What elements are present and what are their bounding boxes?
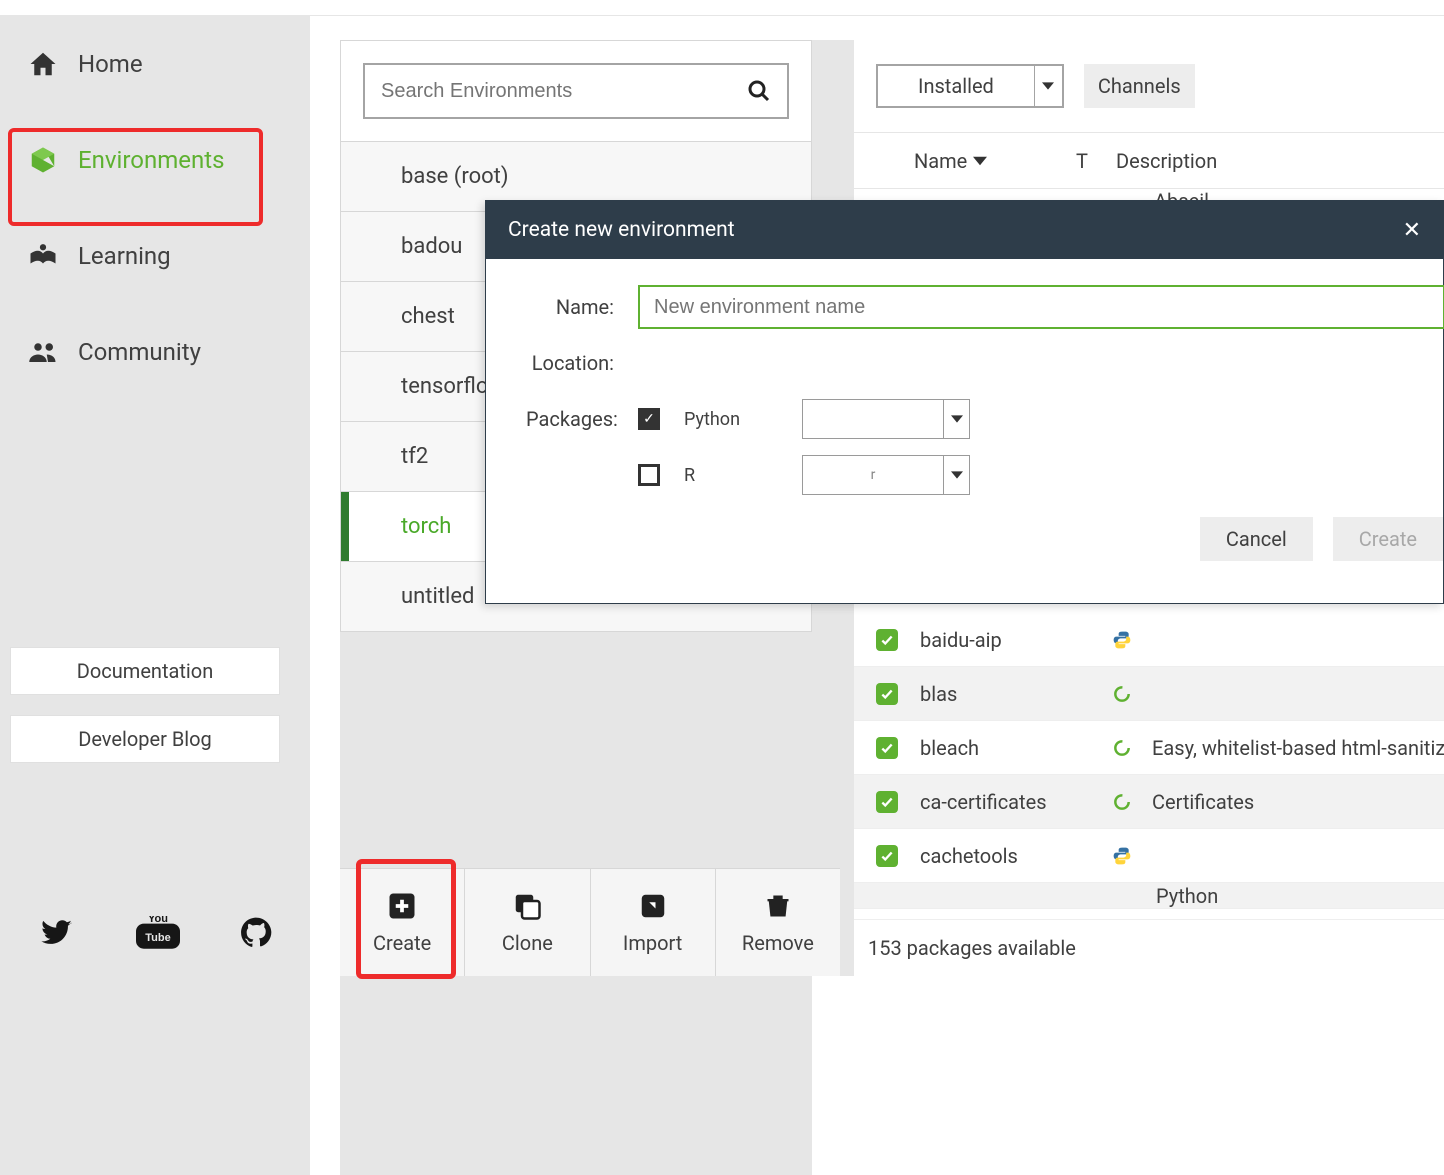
checkbox-checked-icon[interactable]: [876, 791, 898, 813]
dialog-cancel-button[interactable]: Cancel: [1200, 517, 1313, 561]
dialog-location-label: Location:: [526, 351, 614, 375]
chevron-down-icon: [973, 154, 987, 168]
filter-select[interactable]: Installed: [876, 64, 1064, 108]
highlight-create: [356, 859, 456, 979]
developer-blog-button[interactable]: Developer Blog: [10, 715, 280, 763]
anaconda-o-icon: [1112, 792, 1152, 812]
remove-label: Remove: [742, 931, 814, 955]
remove-env-button[interactable]: Remove: [716, 869, 840, 976]
package-name: ca-certificates: [920, 790, 1112, 814]
import-icon: [638, 891, 668, 921]
col-t-label[interactable]: T: [1076, 149, 1116, 173]
anaconda-o-icon: [1112, 738, 1152, 758]
search-box[interactable]: [363, 63, 789, 119]
checkbox-checked-icon[interactable]: [876, 629, 898, 651]
clone-label: Clone: [502, 931, 553, 955]
python-checkbox[interactable]: [638, 408, 660, 430]
twitter-icon[interactable]: [38, 917, 76, 949]
python-label: Python: [684, 409, 742, 430]
nav-community[interactable]: Community: [0, 304, 310, 400]
package-name: blas: [920, 682, 1112, 706]
package-name: cachetools: [920, 844, 1112, 868]
svg-text:Tube: Tube: [145, 932, 170, 944]
col-name-label[interactable]: Name: [914, 149, 967, 173]
chevron-down-icon: [1034, 66, 1062, 106]
sidebar: Home Environments Learning Community Doc…: [0, 16, 310, 1175]
nav-learning-label: Learning: [78, 242, 171, 270]
package-row[interactable]: blas: [854, 667, 1444, 721]
checkbox-checked-icon[interactable]: [876, 683, 898, 705]
nav-home[interactable]: Home: [0, 16, 310, 112]
package-name: baidu-aip: [920, 628, 1112, 652]
nav-community-label: Community: [78, 338, 201, 366]
python-icon: [1112, 630, 1152, 650]
filter-select-label: Installed: [878, 74, 1034, 98]
close-icon[interactable]: ✕: [1403, 218, 1421, 243]
learning-icon: [24, 241, 62, 271]
python-icon: [1112, 846, 1152, 866]
highlight-environments: [8, 128, 263, 226]
partial-row-bottom: Python: [854, 883, 1444, 909]
search-input[interactable]: [381, 80, 737, 103]
dialog-title-text: Create new environment: [508, 218, 735, 242]
documentation-button[interactable]: Documentation: [10, 647, 280, 695]
dialog-packages-label: Packages:: [526, 407, 614, 431]
package-desc: Easy, whitelist-based html-sanitizing: [1152, 736, 1444, 760]
checkbox-checked-icon[interactable]: [876, 845, 898, 867]
anaconda-o-icon: [1112, 684, 1152, 704]
dialog-create-button[interactable]: Create: [1333, 517, 1443, 561]
package-row[interactable]: baidu-aip: [854, 613, 1444, 667]
chevron-down-icon: [943, 400, 969, 438]
packages-header: Name T Description: [854, 133, 1444, 189]
svg-text:You: You: [148, 916, 168, 925]
youtube-icon[interactable]: Tube You: [136, 916, 180, 950]
r-version-value: r: [803, 467, 943, 483]
r-version-select[interactable]: r: [802, 455, 970, 495]
import-label: Import: [623, 931, 682, 955]
package-name: bleach: [920, 736, 1112, 760]
search-icon: [747, 79, 771, 103]
checkbox-checked-icon[interactable]: [876, 737, 898, 759]
import-env-button[interactable]: Import: [591, 869, 716, 976]
channels-button[interactable]: Channels: [1084, 64, 1195, 108]
create-env-dialog: Create new environment ✕ Name: Location:…: [485, 200, 1444, 604]
trash-icon: [764, 891, 792, 921]
packages-footer: 153 packages available: [854, 919, 1444, 975]
package-desc: Certificates: [1152, 790, 1444, 814]
dialog-name-label: Name:: [526, 295, 614, 319]
package-row[interactable]: bleach Easy, whitelist-based html-saniti…: [854, 721, 1444, 775]
home-icon: [24, 49, 62, 79]
github-icon[interactable]: [240, 917, 272, 949]
env-name-input[interactable]: [638, 285, 1444, 329]
packages-toolbar: Installed Channels: [854, 40, 1444, 133]
col-desc-label[interactable]: Description: [1116, 149, 1444, 173]
python-version-select[interactable]: [802, 399, 970, 439]
r-checkbox[interactable]: [638, 464, 660, 486]
nav-home-label: Home: [78, 50, 143, 78]
dialog-titlebar: Create new environment ✕: [486, 201, 1443, 259]
clone-icon: [512, 891, 542, 921]
clone-env-button[interactable]: Clone: [465, 869, 590, 976]
chevron-down-icon: [943, 456, 969, 494]
r-label: R: [684, 465, 742, 486]
search-wrap: [340, 40, 812, 142]
package-row[interactable]: cachetools: [854, 829, 1444, 883]
package-row[interactable]: ca-certificates Certificates: [854, 775, 1444, 829]
people-icon: [24, 337, 62, 367]
social-row: Tube You: [38, 916, 272, 950]
